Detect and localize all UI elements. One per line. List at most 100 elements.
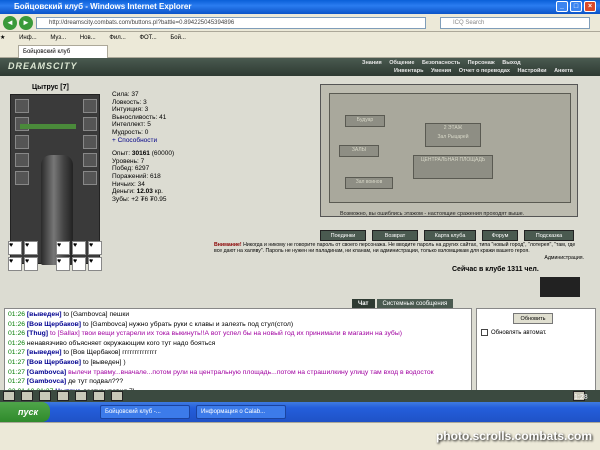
chat-line: 01:26 [Вов Щербаков] to [Gambovca] нужно… [8, 320, 468, 330]
stat-strength: Сила: 37 [112, 91, 139, 98]
weapon-slot[interactable] [15, 135, 29, 149]
chat-nick[interactable]: [Gambovca] [27, 378, 68, 385]
hit-counter [540, 277, 580, 297]
status-area: photo.scrolls.combats.com [0, 422, 600, 450]
clear-icon[interactable] [21, 391, 33, 401]
favorite-link[interactable]: Бой... [170, 35, 186, 41]
heart-icon[interactable]: ♥ [8, 241, 22, 255]
duels-button[interactable]: Поединки [320, 230, 366, 241]
taskbar-item[interactable]: Бойцовский клуб -... [100, 405, 190, 419]
online-count: Сейчас в клубе 1311 чел. [452, 266, 539, 273]
map-floor[interactable]: 2 ЭТАЖ Зал Рыцарей [425, 123, 481, 147]
minimize-button[interactable]: _ [556, 1, 568, 12]
hp-bar [20, 124, 76, 129]
gloves-slot[interactable] [83, 117, 97, 131]
heart-icon[interactable]: ♥ [88, 257, 102, 271]
chat-nick[interactable]: [Вов Щербаков] [27, 321, 83, 328]
chat-line: 01:27 [выведен] to [Вов Щербаков] гггггг… [8, 348, 468, 358]
shield-slot[interactable] [83, 135, 97, 149]
map-warriors-hall[interactable]: Зал воинов [345, 177, 393, 189]
stat-wisdom: Мудрость: 0 [112, 128, 149, 136]
map-halls[interactable]: ЗАЛЫ [339, 145, 379, 157]
start-button[interactable]: пуск [0, 402, 50, 422]
filter-icon[interactable] [39, 391, 51, 401]
chat-nick[interactable]: [Thug] [27, 330, 50, 337]
chat-nick[interactable]: [Вов Щербаков] [27, 359, 83, 366]
menu-inventory[interactable]: Инвентарь [394, 68, 423, 74]
favorite-link[interactable]: ФОТ... [139, 35, 156, 41]
heart-icon[interactable]: ♥ [88, 241, 102, 255]
chat-nick[interactable]: [выведен] [27, 349, 63, 356]
tab-strip: Бойцовский клуб [0, 44, 600, 58]
top-menu: Знания Общение Безопасность Персонаж Вых… [362, 60, 527, 66]
chat-nick[interactable]: [Gambovca] [27, 369, 68, 376]
color-icon[interactable] [75, 391, 87, 401]
watermark: photo.scrolls.combats.com [435, 429, 592, 443]
send-icon[interactable] [111, 391, 123, 401]
auto-refresh-checkbox[interactable]: Обновлять автомат. [481, 329, 547, 337]
chat-toolbar: 1:28 [0, 390, 600, 402]
favorite-link[interactable]: Инф... [19, 35, 37, 41]
address-input[interactable]: http://dreamscity.combats.com/buttons.pl… [36, 17, 426, 29]
belt-slot[interactable] [15, 171, 29, 185]
search-input[interactable]: ICQ Search [440, 17, 590, 29]
back-icon[interactable]: ◄ [3, 16, 17, 30]
favorite-link[interactable]: Фил... [109, 35, 125, 41]
map-boudoir[interactable]: Будуар [345, 115, 385, 127]
heart-icon[interactable]: ♥ [72, 241, 86, 255]
tab-game[interactable]: Бойцовский клуб [18, 45, 108, 58]
close-button[interactable]: × [584, 1, 596, 12]
menu-knowledge[interactable]: Знания [362, 60, 382, 66]
smiley-icon[interactable] [3, 391, 15, 401]
chat-nick[interactable]: [выведен] [27, 311, 63, 318]
heart-icon[interactable]: ♥ [24, 241, 38, 255]
heart-icon[interactable]: ♥ [56, 257, 70, 271]
maximize-button[interactable]: □ [570, 1, 582, 12]
star-icon[interactable]: ★ [0, 35, 5, 41]
chat-time: 01:27 [8, 378, 27, 386]
heart-icon[interactable]: ♥ [24, 257, 38, 271]
boots-slot[interactable] [83, 171, 97, 185]
game-clock: 1:28 [573, 391, 588, 401]
menu-character[interactable]: Персонаж [468, 60, 495, 66]
game-logo: DREAMSCITY [8, 61, 78, 71]
favorite-link[interactable]: Муз... [50, 35, 66, 41]
menu-skills[interactable]: Умения [431, 68, 451, 74]
return-button[interactable]: Возврат [372, 230, 418, 241]
club-map-button[interactable]: Карта клуба [424, 230, 476, 241]
abilities-link[interactable]: + Способности [112, 137, 312, 145]
map-central-square[interactable]: ЦЕНТРАЛЬНАЯ ПЛОЩАДЬ [413, 155, 493, 179]
chat-time: 01:26 [8, 339, 27, 347]
chat-text: ненавязчиво объясняет окружающим кого ту… [26, 339, 216, 347]
forward-icon[interactable]: ► [19, 16, 33, 30]
club-map: 2 ЭТАЖ Зал Рыцарей ЦЕНТРАЛЬНАЯ ПЛОЩАДЬ Бу… [320, 84, 578, 217]
heart-icon[interactable]: ♥ [72, 257, 86, 271]
window-title: Бойцовский клуб - Windows Internet Explo… [14, 2, 192, 11]
character-panel [10, 94, 100, 265]
quick-slots: ♥ ♥ ♥ ♥ ♥ ♥ ♥ ♥ ♥ ♥ [8, 241, 103, 271]
helmet-slot[interactable] [15, 99, 29, 113]
ring-slot[interactable] [83, 153, 97, 167]
menu-communication[interactable]: Общение [389, 60, 414, 66]
taskbar-item[interactable]: Информация о Calab... [196, 405, 286, 419]
windows-taskbar: пуск Бойцовский клуб -... Информация о C… [0, 402, 600, 422]
refresh-button[interactable]: Обновить [513, 313, 553, 324]
character-name[interactable]: Цытрус [7] [32, 84, 69, 91]
forum-button[interactable]: Форум [482, 230, 518, 241]
menu-profile[interactable]: Анкета [554, 68, 573, 74]
heart-icon[interactable]: ♥ [8, 257, 22, 271]
address-bar-row: ◄ ► http://dreamscity.combats.com/button… [0, 14, 600, 32]
sound-icon[interactable] [57, 391, 69, 401]
menu-exit[interactable]: Выход [502, 60, 520, 66]
stat-agility: Ловкость: 3 [112, 98, 147, 106]
translit-icon[interactable] [93, 391, 105, 401]
menu-security[interactable]: Безопасность [422, 60, 460, 66]
menu-settings[interactable]: Настройки [518, 68, 547, 74]
stat-endurance: Выносливость: 41 [112, 113, 167, 121]
menu-transfers[interactable]: Отчет о переводах [459, 68, 510, 74]
favorite-link[interactable]: Нов... [80, 35, 96, 41]
armor-slot[interactable] [15, 153, 29, 167]
earring-slot[interactable] [83, 99, 97, 113]
heart-icon[interactable]: ♥ [56, 241, 70, 255]
hint-button[interactable]: Подсказка [524, 230, 574, 241]
